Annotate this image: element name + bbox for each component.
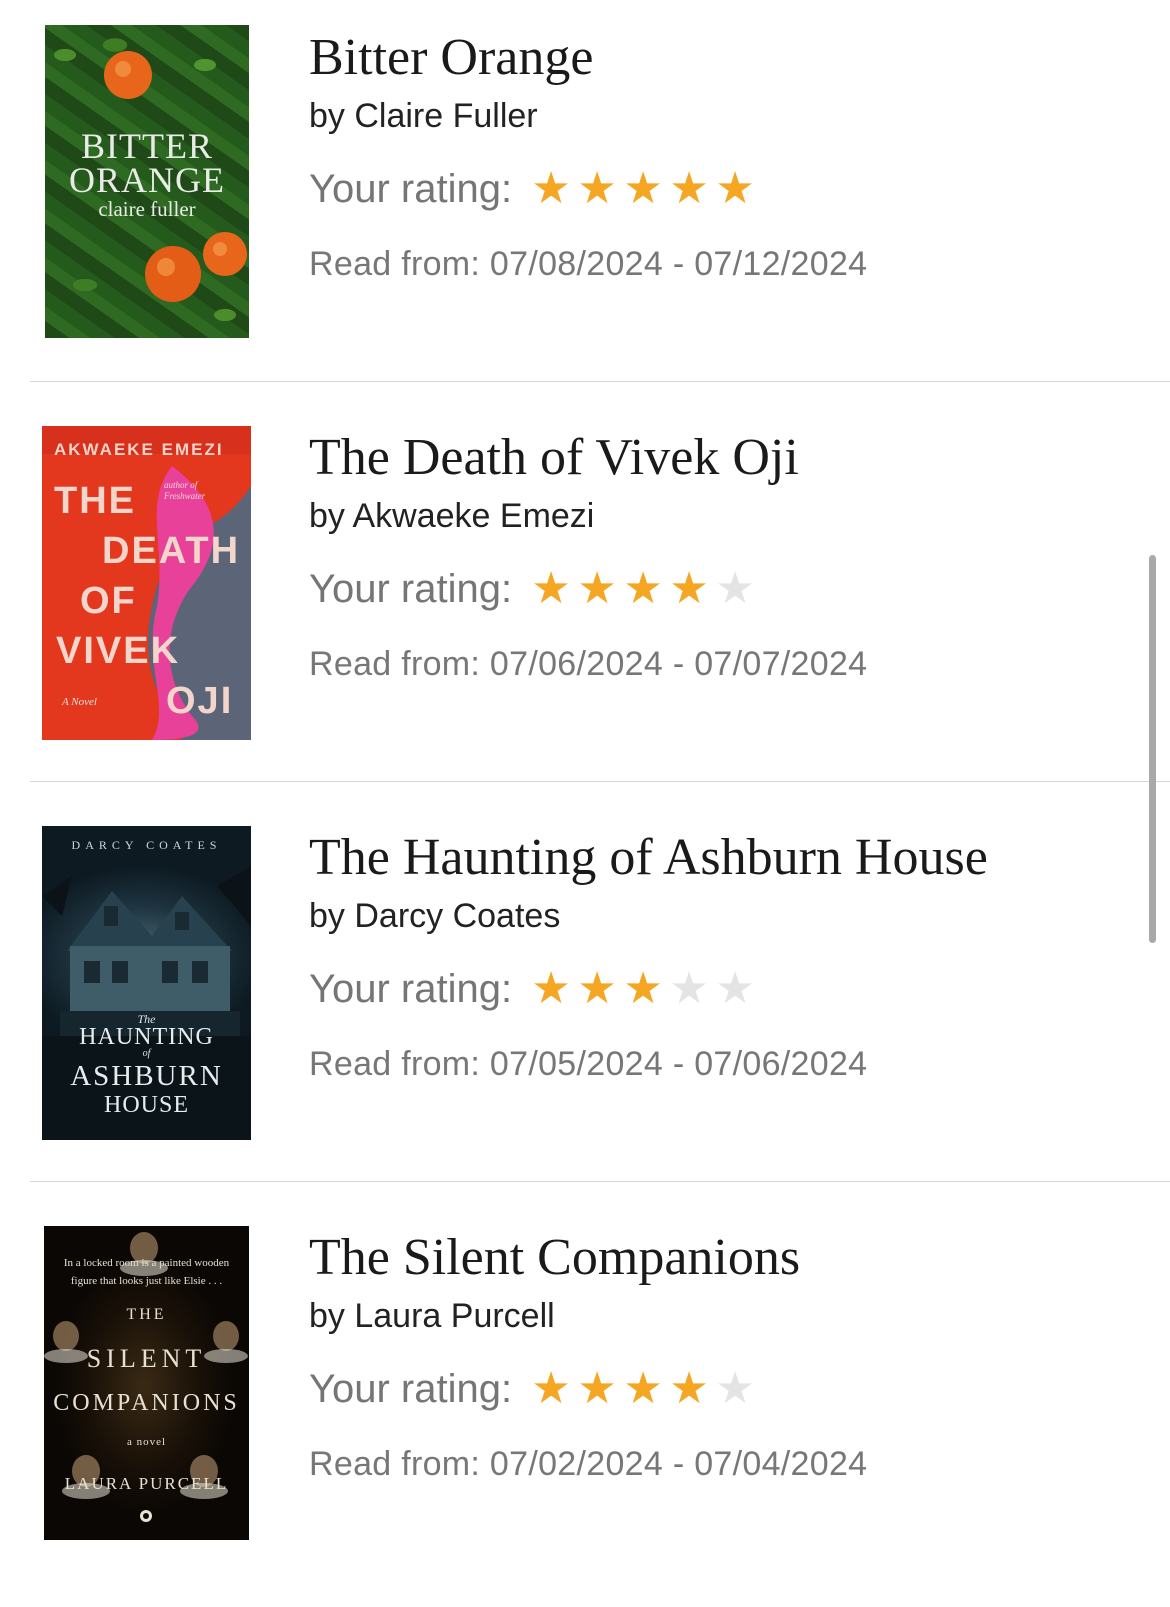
cover-title-word: HAUNTING: [79, 1024, 214, 1050]
rating-label: Your rating:: [309, 566, 513, 611]
cover-author: AKWAEKE EMEZI: [54, 440, 224, 459]
book-cover-death-of-vivek-oji[interactable]: AKWAEKE EMEZI THE author of Freshwater D…: [42, 426, 251, 740]
book-title[interactable]: The Haunting of Ashburn House: [309, 828, 988, 888]
book-author[interactable]: by Darcy Coates: [309, 896, 988, 936]
star-filled-icon[interactable]: ★: [528, 1365, 574, 1413]
star-filled-icon[interactable]: ★: [666, 565, 712, 613]
book-cover-haunting-of-ashburn-house[interactable]: DARCY COATES The HAUNTING of ASHBURN HOU…: [42, 826, 251, 1140]
cover-title-word: THE: [126, 1306, 167, 1323]
star-filled-icon[interactable]: ★: [620, 965, 666, 1013]
cover-author: claire fuller: [98, 197, 196, 221]
cover-author: LAURA PURCELL: [64, 1474, 229, 1493]
star-empty-icon[interactable]: ★: [712, 965, 758, 1013]
rating-label: Your rating:: [309, 166, 513, 211]
star-filled-icon[interactable]: ★: [574, 565, 620, 613]
cover-title-word: COMPANIONS: [53, 1390, 240, 1416]
book-info: The Haunting of Ashburn House by Darcy C…: [309, 828, 988, 1084]
book-author[interactable]: by Akwaeke Emezi: [309, 496, 867, 536]
cover-blurb: author of Freshwater: [164, 480, 206, 501]
star-empty-icon[interactable]: ★: [712, 565, 758, 613]
cover-title-word: HOUSE: [103, 1092, 189, 1118]
read-dates: Read from: 07/08/2024 - 07/12/2024: [309, 245, 868, 283]
book-info: The Death of Vivek Oji by Akwaeke Emezi …: [309, 428, 867, 684]
book-list: BITTER ORANGE claire fuller Bitter Orang…: [0, 0, 1170, 1582]
cover-title-word: OJI: [166, 680, 234, 722]
star-filled-icon[interactable]: ★: [574, 965, 620, 1013]
read-dates: Read from: 07/05/2024 - 07/06/2024: [309, 1045, 868, 1083]
book-author[interactable]: by Claire Fuller: [309, 96, 867, 136]
star-filled-icon[interactable]: ★: [620, 565, 666, 613]
book-cover-silent-companions[interactable]: In a locked room is a painted wooden fig…: [44, 1226, 249, 1540]
rating-row: Your rating: ★ ★ ★ ★ ★: [309, 964, 988, 1014]
star-rating[interactable]: ★ ★ ★ ★ ★: [528, 165, 758, 213]
book-info: Bitter Orange by Claire Fuller Your rati…: [309, 28, 867, 284]
star-rating[interactable]: ★ ★ ★ ★ ★: [528, 1365, 758, 1413]
cover-title-word: ASHBURN: [70, 1060, 223, 1092]
rating-row: Your rating: ★ ★ ★ ★ ★: [309, 564, 867, 614]
book-title[interactable]: The Silent Companions: [309, 1228, 867, 1288]
star-empty-icon[interactable]: ★: [666, 965, 712, 1013]
star-filled-icon[interactable]: ★: [620, 165, 666, 213]
read-dates: Read from: 07/02/2024 - 07/04/2024: [309, 1445, 868, 1483]
cover-title-line: ORANGE: [69, 160, 225, 200]
rating-row: Your rating: ★ ★ ★ ★ ★: [309, 164, 867, 214]
rating-label: Your rating:: [309, 1366, 513, 1411]
cover-title-word: SILENT: [86, 1344, 207, 1373]
star-rating[interactable]: ★ ★ ★ ★ ★: [528, 565, 758, 613]
list-item[interactable]: BITTER ORANGE claire fuller Bitter Orang…: [30, 0, 1170, 382]
rating-label: Your rating:: [309, 966, 513, 1011]
cover-title-word: DEATH: [102, 530, 241, 572]
star-empty-icon[interactable]: ★: [712, 1365, 758, 1413]
cover-title-word: VIVEK: [56, 630, 181, 672]
star-filled-icon[interactable]: ★: [574, 1365, 620, 1413]
star-filled-icon[interactable]: ★: [528, 965, 574, 1013]
star-filled-icon[interactable]: ★: [528, 565, 574, 613]
star-rating[interactable]: ★ ★ ★ ★ ★: [528, 965, 758, 1013]
cover-blurb: In a locked room is a painted wooden fig…: [63, 1257, 230, 1287]
book-info: The Silent Companions by Laura Purcell Y…: [309, 1228, 867, 1484]
cover-title-word: of: [142, 1048, 151, 1059]
star-filled-icon[interactable]: ★: [620, 1365, 666, 1413]
star-filled-icon[interactable]: ★: [666, 165, 712, 213]
star-filled-icon[interactable]: ★: [666, 1365, 712, 1413]
cover-tag: a novel: [126, 1436, 167, 1448]
book-title[interactable]: The Death of Vivek Oji: [309, 428, 867, 488]
star-filled-icon[interactable]: ★: [528, 165, 574, 213]
list-item[interactable]: In a locked room is a painted wooden fig…: [30, 1182, 1170, 1582]
cover-tag: A Novel: [62, 696, 97, 708]
cover-title-word: OF: [80, 580, 137, 622]
cover-title-word: THE: [54, 480, 136, 522]
vertical-scrollbar[interactable]: [1149, 555, 1156, 943]
book-title[interactable]: Bitter Orange: [309, 28, 867, 88]
rating-row: Your rating: ★ ★ ★ ★ ★: [309, 1364, 867, 1414]
star-filled-icon[interactable]: ★: [574, 165, 620, 213]
book-author[interactable]: by Laura Purcell: [309, 1296, 867, 1336]
star-filled-icon[interactable]: ★: [712, 165, 758, 213]
read-dates: Read from: 07/06/2024 - 07/07/2024: [309, 645, 868, 683]
list-item[interactable]: AKWAEKE EMEZI THE author of Freshwater D…: [30, 382, 1170, 782]
cover-author: DARCY COATES: [71, 838, 222, 852]
list-item[interactable]: DARCY COATES The HAUNTING of ASHBURN HOU…: [30, 782, 1170, 1182]
book-cover-bitter-orange[interactable]: BITTER ORANGE claire fuller: [45, 25, 249, 338]
